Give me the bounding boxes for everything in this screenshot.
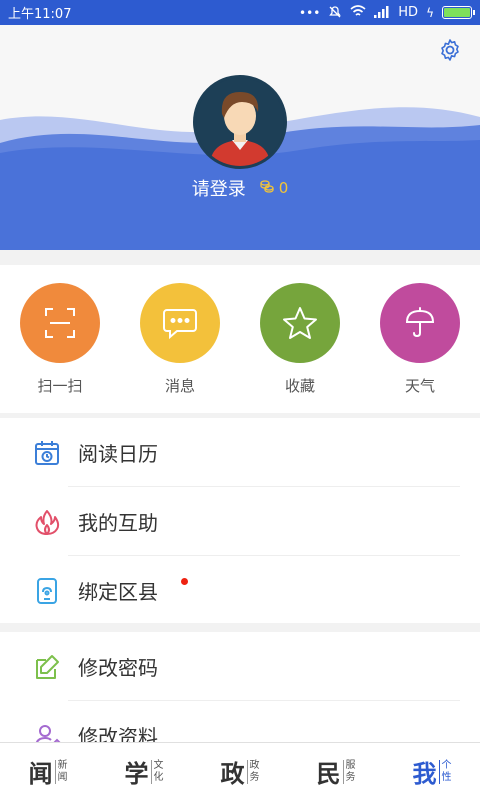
tab-government-main: 政 — [220, 759, 245, 788]
user-edit-icon — [32, 721, 62, 742]
tab-news-main: 闻 — [28, 759, 53, 788]
notification-dot — [181, 578, 188, 585]
messages-button[interactable]: 消息 — [135, 283, 225, 396]
change-password-label: 修改密码 — [78, 656, 158, 680]
tab-me-main: 我 — [412, 759, 437, 788]
weather-label: 天气 — [404, 377, 435, 395]
signal-icon — [374, 5, 390, 20]
star-icon — [260, 283, 340, 363]
edit-profile-label: 修改资料 — [78, 725, 158, 742]
tab-me-sub2: 性 — [441, 771, 452, 783]
tab-me-sub: 个性 — [438, 759, 452, 784]
scan-label: 扫一扫 — [37, 377, 83, 395]
charging-icon: ϟ — [426, 5, 434, 20]
menu-item-edit-profile[interactable]: 修改资料 — [0, 701, 480, 742]
status-bar: 上午11:07 ••• HD ϟ — [0, 0, 480, 25]
phone-link-icon — [32, 576, 62, 606]
network-type: HD — [398, 5, 419, 20]
bottom-tab-bar: 闻 新闻 学 文化 政 政务 民 服务 我 个性 — [0, 742, 480, 800]
tab-government-sub: 政务 — [246, 759, 260, 784]
favorites-label: 收藏 — [284, 377, 315, 395]
menu-item-mutual-help[interactable]: 我的互助 — [0, 487, 480, 556]
wifi-icon — [350, 5, 366, 20]
tab-news-sub: 新闻 — [54, 759, 68, 784]
tab-services[interactable]: 民 服务 — [317, 754, 356, 789]
calendar-icon — [32, 438, 62, 468]
battery-icon — [442, 6, 475, 19]
quick-actions: 扫一扫 消息 收藏 天气 — [0, 265, 480, 413]
profile-header: 请登录 0 — [0, 25, 480, 250]
menu-item-change-password[interactable]: 修改密码 — [0, 632, 480, 701]
more-dots-icon: ••• — [299, 5, 321, 20]
coin-count: 0 — [278, 179, 289, 197]
menu-item-bind-county[interactable]: 绑定区县 — [0, 556, 480, 625]
scan-icon — [20, 283, 100, 363]
mutual-help-label: 我的互助 — [78, 511, 158, 535]
status-icons: ••• HD ϟ — [299, 5, 475, 21]
message-icon — [140, 283, 220, 363]
tab-services-sub: 服务 — [342, 759, 356, 784]
tab-culture[interactable]: 学 文化 — [125, 754, 164, 789]
tab-news-sub2: 闻 — [57, 771, 68, 783]
menu-group-1: 阅读日历 我的互助 绑定区县 — [0, 418, 480, 623]
tab-me-sub1: 个 — [441, 759, 452, 771]
bind-county-label: 绑定区县 — [78, 580, 158, 604]
tab-services-sub2: 务 — [345, 771, 356, 783]
weather-button[interactable]: 天气 — [375, 283, 465, 396]
login-link[interactable]: 请登录 — [192, 175, 246, 201]
menu-item-reading-calendar[interactable]: 阅读日历 — [0, 418, 480, 487]
mute-icon — [328, 5, 342, 21]
coin-icon — [260, 179, 274, 197]
reading-calendar-label: 阅读日历 — [78, 442, 158, 466]
settings-gear-icon[interactable] — [438, 38, 462, 62]
messages-label: 消息 — [164, 377, 195, 395]
umbrella-icon — [380, 283, 460, 363]
tab-culture-sub: 文化 — [150, 759, 164, 784]
status-time: 上午11:07 — [8, 7, 72, 22]
favorites-button[interactable]: 收藏 — [255, 283, 345, 396]
tab-news-sub1: 新 — [57, 759, 68, 771]
tab-culture-sub1: 文 — [153, 759, 164, 771]
tab-government[interactable]: 政 政务 — [221, 754, 260, 789]
tab-services-sub1: 服 — [345, 759, 356, 771]
tab-government-sub1: 政 — [249, 759, 260, 771]
edit-icon — [32, 652, 62, 682]
menu-group-2: 修改密码 修改资料 — [0, 632, 480, 742]
tab-culture-main: 学 — [124, 759, 149, 788]
tab-government-sub2: 务 — [249, 771, 260, 783]
tab-news[interactable]: 闻 新闻 — [29, 754, 68, 789]
avatar[interactable] — [193, 75, 287, 169]
tab-services-main: 民 — [316, 759, 341, 788]
login-row: 请登录 0 — [0, 175, 480, 201]
coin-balance: 0 — [260, 179, 289, 197]
scan-button[interactable]: 扫一扫 — [15, 283, 105, 396]
flame-icon — [32, 507, 62, 537]
tab-me[interactable]: 我 个性 — [413, 754, 452, 789]
tab-culture-sub2: 化 — [153, 771, 164, 783]
